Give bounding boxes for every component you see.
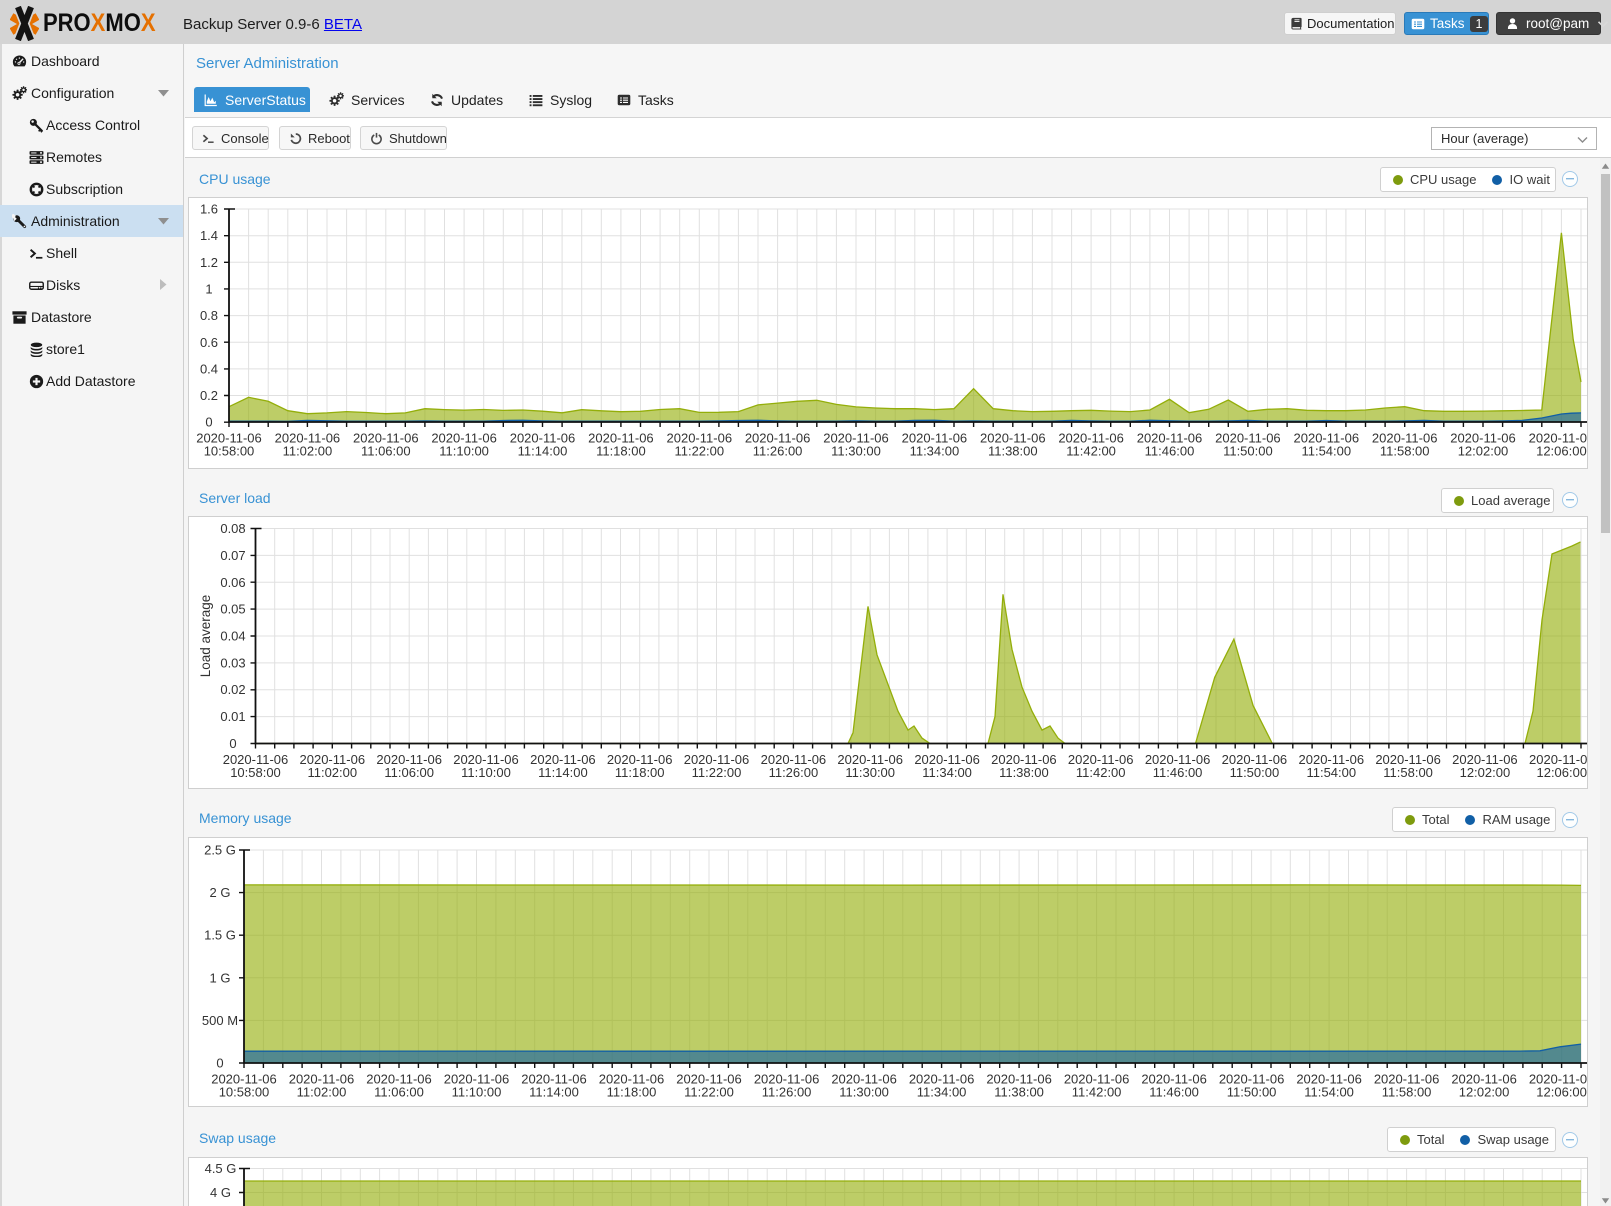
svg-text:11:54:00: 11:54:00 bbox=[1304, 1085, 1354, 1100]
svg-text:11:34:00: 11:34:00 bbox=[922, 765, 972, 780]
svg-text:11:14:00: 11:14:00 bbox=[538, 765, 588, 780]
svg-text:11:58:00: 11:58:00 bbox=[1382, 1085, 1432, 1100]
svg-text:4 G: 4 G bbox=[210, 1185, 231, 1200]
svg-text:11:34:00: 11:34:00 bbox=[917, 1085, 967, 1100]
svg-text:11:02:00: 11:02:00 bbox=[283, 444, 333, 459]
svg-text:1: 1 bbox=[205, 281, 212, 296]
svg-text:11:22:00: 11:22:00 bbox=[674, 444, 724, 459]
svg-text:1.2: 1.2 bbox=[200, 255, 218, 270]
svg-text:11:30:00: 11:30:00 bbox=[831, 444, 881, 459]
svg-text:11:46:00: 11:46:00 bbox=[1149, 1085, 1199, 1100]
svg-text:11:18:00: 11:18:00 bbox=[596, 444, 646, 459]
svg-text:11:02:00: 11:02:00 bbox=[297, 1085, 347, 1100]
svg-text:11:10:00: 11:10:00 bbox=[461, 765, 511, 780]
svg-text:0: 0 bbox=[216, 1056, 223, 1071]
svg-text:2 G: 2 G bbox=[210, 885, 231, 900]
svg-text:11:14:00: 11:14:00 bbox=[529, 1085, 579, 1100]
svg-text:11:38:00: 11:38:00 bbox=[988, 444, 1038, 459]
svg-text:1 G: 1 G bbox=[210, 970, 231, 985]
svg-text:0.2: 0.2 bbox=[200, 388, 218, 403]
svg-text:11:50:00: 11:50:00 bbox=[1227, 1085, 1277, 1100]
svg-text:11:50:00: 11:50:00 bbox=[1223, 444, 1273, 459]
svg-text:12:06:00: 12:06:00 bbox=[1536, 1085, 1587, 1100]
svg-text:11:06:00: 11:06:00 bbox=[361, 444, 411, 459]
svg-text:11:30:00: 11:30:00 bbox=[839, 1085, 889, 1100]
svg-text:Load average: Load average bbox=[198, 595, 213, 678]
svg-text:12:02:00: 12:02:00 bbox=[1458, 444, 1509, 459]
svg-text:0: 0 bbox=[229, 736, 236, 751]
svg-text:0.08: 0.08 bbox=[220, 521, 245, 536]
svg-text:10:58:00: 10:58:00 bbox=[230, 765, 281, 780]
svg-text:10:58:00: 10:58:00 bbox=[204, 444, 255, 459]
svg-text:1.6: 1.6 bbox=[200, 202, 218, 217]
svg-text:11:14:00: 11:14:00 bbox=[518, 444, 568, 459]
svg-text:11:58:00: 11:58:00 bbox=[1383, 765, 1433, 780]
svg-text:11:38:00: 11:38:00 bbox=[994, 1085, 1044, 1100]
svg-text:11:46:00: 11:46:00 bbox=[1145, 444, 1195, 459]
svg-text:0.07: 0.07 bbox=[220, 548, 245, 563]
svg-text:4.5 G: 4.5 G bbox=[205, 1161, 237, 1176]
svg-text:11:06:00: 11:06:00 bbox=[384, 765, 434, 780]
svg-text:11:54:00: 11:54:00 bbox=[1306, 765, 1356, 780]
svg-text:1.5 G: 1.5 G bbox=[204, 928, 236, 943]
svg-text:11:42:00: 11:42:00 bbox=[1072, 1085, 1122, 1100]
svg-text:12:06:00: 12:06:00 bbox=[1536, 444, 1587, 459]
svg-text:0.03: 0.03 bbox=[220, 655, 245, 670]
svg-text:0.05: 0.05 bbox=[220, 602, 245, 617]
svg-text:10:58:00: 10:58:00 bbox=[219, 1085, 270, 1100]
svg-text:11:30:00: 11:30:00 bbox=[845, 765, 895, 780]
svg-text:11:26:00: 11:26:00 bbox=[762, 1085, 812, 1100]
svg-text:11:34:00: 11:34:00 bbox=[910, 444, 960, 459]
svg-text:11:50:00: 11:50:00 bbox=[1230, 765, 1280, 780]
svg-text:0.4: 0.4 bbox=[200, 361, 218, 376]
svg-text:11:18:00: 11:18:00 bbox=[615, 765, 665, 780]
svg-text:0.04: 0.04 bbox=[220, 629, 245, 644]
svg-text:11:58:00: 11:58:00 bbox=[1380, 444, 1430, 459]
svg-text:11:10:00: 11:10:00 bbox=[452, 1085, 502, 1100]
svg-text:11:10:00: 11:10:00 bbox=[439, 444, 489, 459]
svg-text:12:06:00: 12:06:00 bbox=[1536, 765, 1587, 780]
svg-text:11:26:00: 11:26:00 bbox=[769, 765, 819, 780]
svg-text:11:06:00: 11:06:00 bbox=[374, 1085, 424, 1100]
svg-text:2.5 G: 2.5 G bbox=[204, 843, 236, 858]
svg-text:0.8: 0.8 bbox=[200, 308, 218, 323]
svg-text:0.01: 0.01 bbox=[220, 709, 245, 724]
svg-text:11:22:00: 11:22:00 bbox=[692, 765, 742, 780]
svg-text:11:22:00: 11:22:00 bbox=[684, 1085, 734, 1100]
svg-text:11:46:00: 11:46:00 bbox=[1153, 765, 1203, 780]
svg-text:11:26:00: 11:26:00 bbox=[753, 444, 803, 459]
svg-text:0: 0 bbox=[205, 415, 212, 430]
svg-text:1.4: 1.4 bbox=[200, 228, 218, 243]
svg-text:11:02:00: 11:02:00 bbox=[307, 765, 357, 780]
svg-text:0.02: 0.02 bbox=[220, 682, 245, 697]
svg-text:12:02:00: 12:02:00 bbox=[1460, 765, 1511, 780]
svg-text:0.6: 0.6 bbox=[200, 335, 218, 350]
svg-text:11:54:00: 11:54:00 bbox=[1301, 444, 1351, 459]
svg-text:12:02:00: 12:02:00 bbox=[1459, 1085, 1510, 1100]
svg-text:0.06: 0.06 bbox=[220, 575, 245, 590]
svg-text:11:18:00: 11:18:00 bbox=[607, 1085, 657, 1100]
svg-text:500 M: 500 M bbox=[202, 1013, 238, 1028]
svg-text:11:42:00: 11:42:00 bbox=[1076, 765, 1126, 780]
svg-text:11:38:00: 11:38:00 bbox=[999, 765, 1049, 780]
svg-text:11:42:00: 11:42:00 bbox=[1066, 444, 1116, 459]
